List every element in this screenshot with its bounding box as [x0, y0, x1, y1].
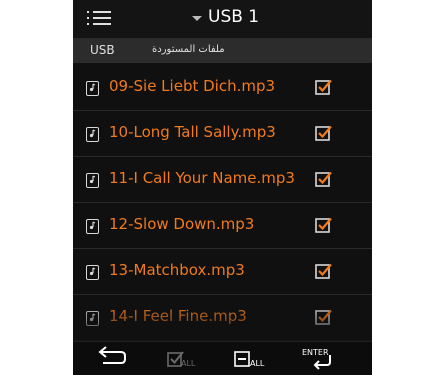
caret-down-icon: [192, 16, 202, 21]
music-file-icon: [86, 81, 99, 96]
music-file-icon: [86, 173, 99, 188]
music-file-icon: [86, 219, 99, 234]
enter-button[interactable]: ENTER: [302, 342, 346, 375]
file-row[interactable]: 10-Long Tall Sally.mp3: [73, 111, 372, 157]
back-arrow-icon: [98, 346, 126, 364]
file-row[interactable]: 11-I Call Your Name.mp3: [73, 157, 372, 203]
select-all-label: ALL: [181, 359, 196, 368]
file-row[interactable]: 13-Matchbox.mp3: [73, 249, 372, 295]
bottom-toolbar: ALL ALL ENTER: [73, 341, 372, 375]
file-name: 12-Slow Down.mp3: [109, 215, 255, 233]
checkbox-checked-icon[interactable]: [315, 309, 332, 325]
music-file-icon: [86, 311, 99, 326]
checkbox-checked-icon[interactable]: [315, 263, 332, 279]
file-row[interactable]: 09-Sie Liebt Dich.mp3: [73, 65, 372, 111]
breadcrumb: USB ملفات المستوردة: [73, 39, 372, 63]
music-file-icon: [86, 265, 99, 280]
checkbox-checked-icon[interactable]: [315, 79, 332, 95]
checkbox-checked-icon[interactable]: [315, 171, 332, 187]
breadcrumb-folder[interactable]: ملفات المستوردة: [152, 44, 225, 55]
file-name: 10-Long Tall Sally.mp3: [109, 123, 276, 141]
file-row[interactable]: 12-Slow Down.mp3: [73, 203, 372, 249]
usb-file-browser-screen: USB 1 USB ملفات المستوردة 09-Sie Liebt D…: [73, 0, 372, 375]
file-list: 09-Sie Liebt Dich.mp3 10-Long Tall Sally…: [73, 65, 372, 341]
file-row[interactable]: 14-I Feel Fine.mp3: [73, 295, 372, 341]
deselect-all-label: ALL: [250, 359, 265, 368]
page-title: USB 1: [208, 7, 260, 27]
file-name: 09-Sie Liebt Dich.mp3: [109, 77, 276, 95]
select-all-button[interactable]: ALL: [166, 342, 208, 375]
file-name: 11-I Call Your Name.mp3: [109, 169, 295, 187]
music-file-icon: [86, 127, 99, 142]
breadcrumb-source[interactable]: USB: [90, 43, 115, 57]
hamburger-menu-icon[interactable]: [87, 8, 111, 28]
top-bar: USB 1: [73, 0, 372, 39]
checkbox-checked-icon[interactable]: [315, 217, 332, 233]
back-button[interactable]: [95, 342, 135, 375]
deselect-all-button[interactable]: ALL: [233, 342, 275, 375]
enter-return-icon: [313, 355, 331, 370]
checkbox-checked-icon[interactable]: [315, 125, 332, 141]
file-name: 14-I Feel Fine.mp3: [109, 307, 247, 325]
file-name: 13-Matchbox.mp3: [109, 261, 245, 279]
